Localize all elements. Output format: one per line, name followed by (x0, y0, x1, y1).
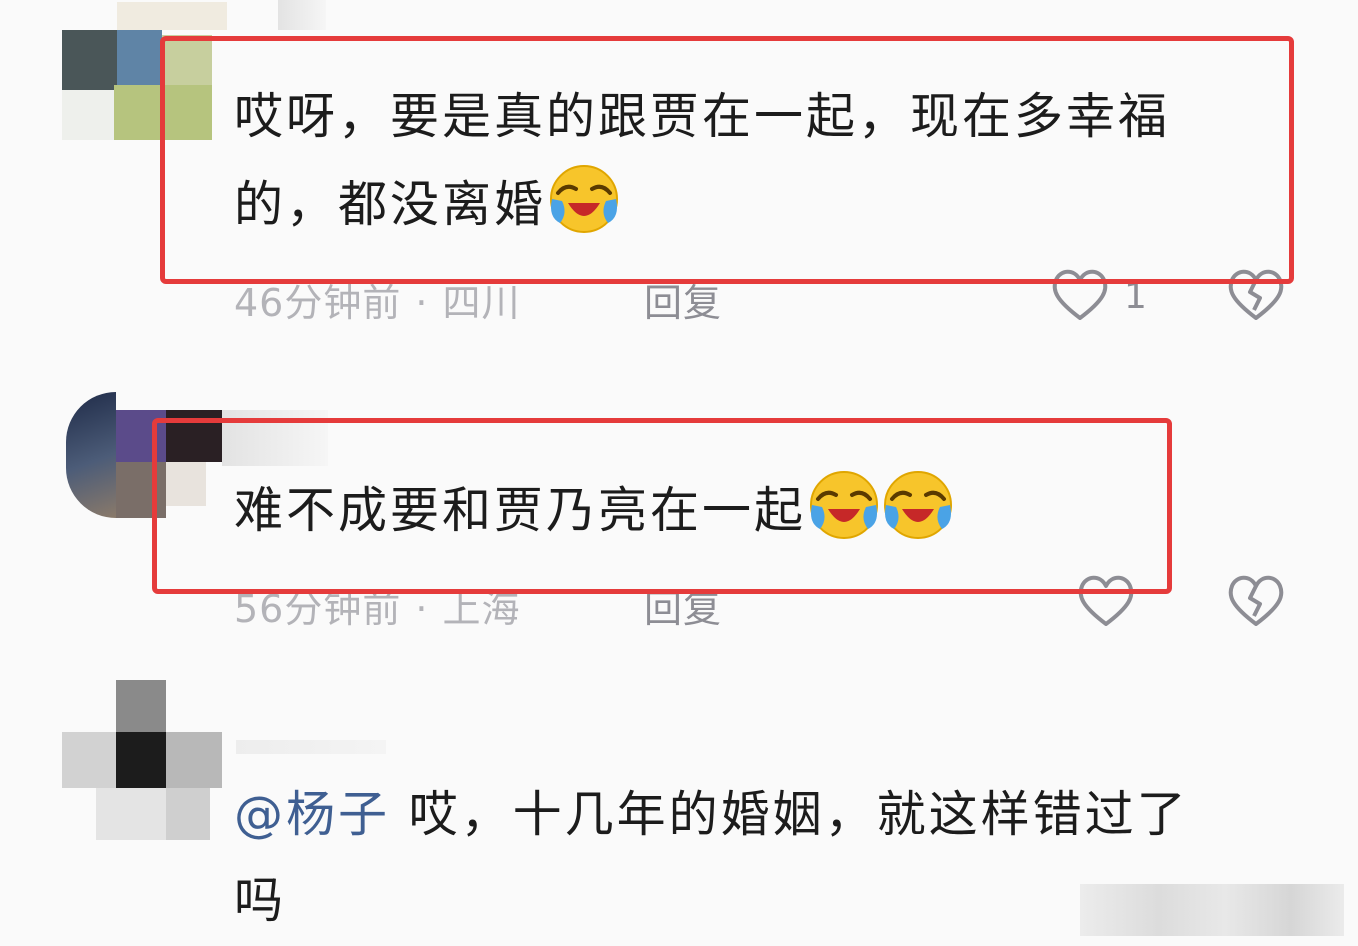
avatar-mosaic-block (116, 732, 166, 788)
avatar-mosaic-block (166, 732, 222, 788)
avatar-mosaic-block (96, 788, 166, 840)
avatar-mosaic-block (166, 788, 210, 840)
comment-text-content: 哎，十几年的婚姻，就这样错过了 (390, 786, 1189, 843)
comment-text-line-2: 吗 (234, 872, 287, 929)
avatar-mosaic-block (116, 680, 166, 732)
watermark-blurred (1080, 884, 1344, 936)
avatar[interactable] (62, 680, 222, 840)
username-blurred[interactable] (236, 740, 386, 754)
avatar-mosaic-block (62, 732, 116, 788)
comment-3: @杨子 哎，十几年的婚姻，就这样错过了 吗 (0, 0, 1358, 944)
comment-text-line-1: @杨子 哎，十几年的婚姻，就这样错过了 (234, 770, 1189, 860)
user-mention-link[interactable]: @杨子 (234, 786, 390, 843)
